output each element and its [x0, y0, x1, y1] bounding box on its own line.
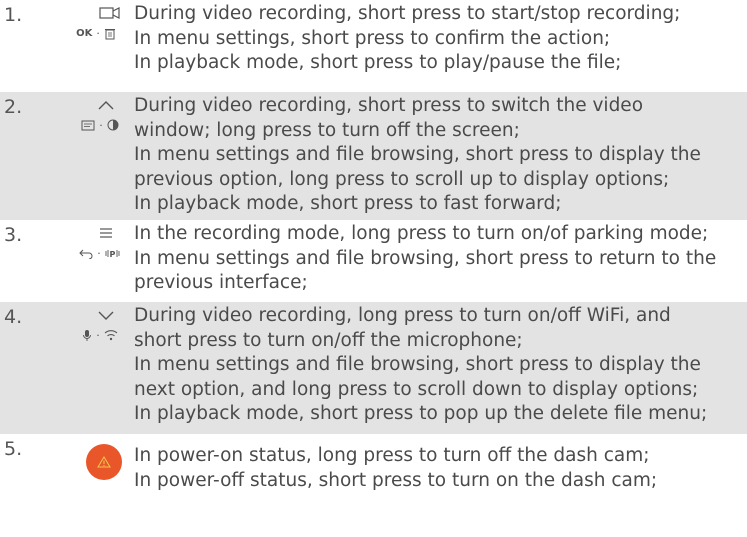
description-line: In menu settings and file browsing, shor… — [134, 247, 717, 269]
row-number: 3. — [4, 224, 23, 246]
description-line: In power-on status, long press to turn o… — [134, 445, 650, 466]
return-arrow-icon — [79, 248, 93, 259]
menu-icon — [86, 224, 126, 242]
row-description: During video recording, short press to s… — [134, 2, 741, 76]
description-line: previous interface; — [134, 272, 308, 293]
description-line: In menu settings, short press to confirm… — [134, 27, 611, 49]
description-line: In menu settings and file browsing, shor… — [134, 354, 701, 375]
button-row-2: 2. · During video recording, short press… — [0, 92, 747, 220]
description-line: next option, and long press to scroll do… — [134, 378, 699, 400]
trash-icon — [104, 27, 116, 40]
row-number: 2. — [4, 96, 23, 118]
description-line: In menu settings and file browsing, shor… — [134, 144, 701, 165]
button-row-1: 1. OK · During video recording, short pr… — [0, 0, 747, 92]
separator-dot: · — [99, 118, 103, 132]
separator-dot: · — [96, 328, 100, 342]
parking-icon: P — [105, 248, 121, 259]
description-line: previous option, long press to scroll up… — [134, 168, 670, 190]
wifi-icon — [104, 329, 118, 341]
description-line: short press to turn on/off the microphon… — [134, 329, 523, 351]
video-camera-icon — [90, 4, 130, 22]
row-number: 1. — [4, 4, 23, 26]
brightness-icon — [107, 119, 119, 131]
description-line: In the recording mode, long press to tur… — [134, 223, 709, 244]
description-line: window; long press to turn off the scree… — [134, 119, 520, 141]
svg-text:P: P — [109, 250, 115, 259]
ok-label: OK — [76, 27, 93, 39]
separator-dot: · — [97, 246, 101, 260]
row-description: During video recording, long press to tu… — [134, 304, 741, 427]
button-row-3: 3. · P In the recording mode, long press… — [0, 220, 747, 302]
description-line: In power-off status, short press to turn… — [134, 469, 658, 491]
chevron-down-icon — [86, 306, 126, 324]
button-row-4: 4. · During video recording, long press … — [0, 302, 747, 434]
screen-window-icon — [81, 120, 95, 131]
description-line: During video recording, short press to s… — [134, 95, 644, 116]
row-number: 4. — [4, 306, 23, 328]
description-line: During video recording, short press to s… — [134, 3, 681, 24]
row-number: 5. — [4, 438, 23, 460]
emergency-warning-icon — [86, 444, 122, 480]
row-description: In power-on status, long press to turn o… — [134, 444, 741, 493]
description-line: In playback mode, short press to play/pa… — [134, 52, 622, 73]
button-row-5: 5. In power-on status, long press to tur… — [0, 434, 747, 537]
row-description: During video recording, short press to s… — [134, 94, 741, 217]
row-description: In the recording mode, long press to tur… — [134, 222, 741, 296]
microphone-icon — [82, 329, 92, 342]
separator-dot: · — [96, 26, 100, 40]
description-line: In playback mode, short press to pop up … — [134, 403, 708, 424]
description-line: In playback mode, short press to fast fo… — [134, 193, 562, 214]
chevron-up-icon — [86, 96, 126, 114]
description-line: During video recording, long press to tu… — [134, 305, 671, 326]
